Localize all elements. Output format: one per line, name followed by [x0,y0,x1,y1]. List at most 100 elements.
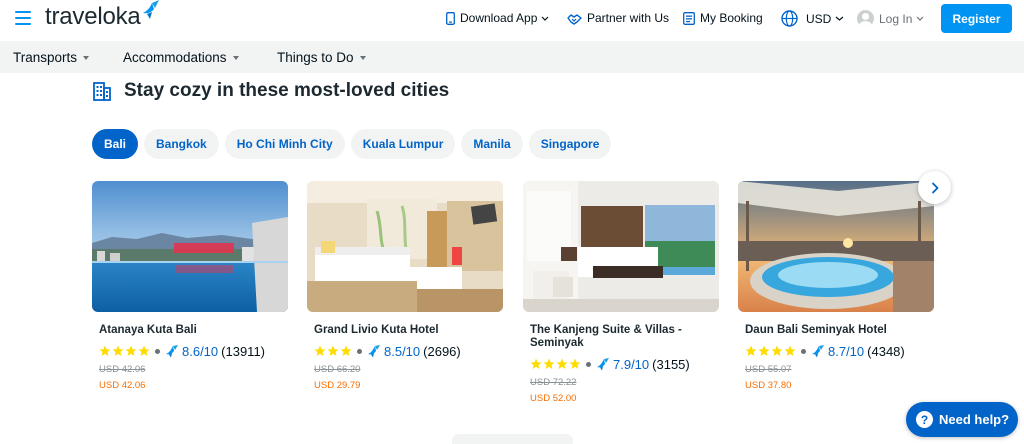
subnav-item-things-to-do[interactable]: Things to Do [277,41,366,73]
hotel-image [738,181,934,312]
review-count: (3155) [652,356,690,372]
hotel-name: Grand Livio Kuta Hotel [314,324,439,336]
discounted-price: USD 42.06 [99,380,146,391]
hotel-card[interactable]: Atanaya Kuta Bali 8.6/10 (13911) USD 42.… [92,181,288,392]
subnav-item-transports[interactable]: Transports [13,41,90,73]
discounted-price: USD 52.00 [530,393,577,404]
subnav-label: Transports [13,49,78,65]
separator-dot [801,348,806,354]
original-price: USD 55.07 [745,364,792,375]
city-tab-singapore[interactable]: Singapore [528,129,612,159]
review-count: (4348) [867,343,905,359]
chevron-down-icon [916,16,924,21]
hotel-name: Daun Bali Seminyak Hotel [745,324,887,336]
subnav-label: Accommodations [123,49,227,65]
star-icon [530,358,542,369]
city-tab-kuala-lumpur[interactable]: Kuala Lumpur [350,129,456,159]
download-app-label: Download App [460,11,538,25]
traveloka-bird-icon [368,344,380,357]
need-help-label: Need help? [939,412,1010,427]
phone-icon [446,11,455,25]
subnav-label: Things to Do [277,49,354,65]
bottom-button-edge[interactable] [452,434,573,444]
globe-icon [781,10,798,27]
star-icon [556,358,568,369]
hotel-image [307,181,503,312]
hotel-card[interactable]: Grand Livio Kuta Hotel 8.5/10 (2696) USD… [307,181,503,392]
separator-dot [357,348,362,354]
city-tabs: Bali Bangkok Ho Chi Minh City Kuala Lump… [92,129,617,159]
partner-link[interactable]: Partner with Us [567,11,669,25]
carousel-next-button[interactable] [918,171,951,204]
top-header: traveloka Download App Partner with Us M… [0,0,1024,41]
question-icon: ? [916,411,933,428]
hotel-name: Atanaya Kuta Bali [99,324,197,336]
star-icon [314,345,326,356]
traveloka-bird-icon [142,0,159,19]
rating-row: 7.9/10 (3155) [530,356,719,372]
star-icon [327,345,339,356]
subnav-item-accommodations[interactable]: Accommodations [123,41,239,73]
star-rating [530,358,582,370]
star-icon [543,358,555,369]
caret-down-icon [359,55,366,60]
avatar-icon [857,10,874,27]
booking-icon [683,11,695,25]
hamburger-icon[interactable] [15,11,31,25]
rating-row: 8.5/10 (2696) [314,343,503,359]
download-app-menu[interactable]: Download App [446,11,554,25]
star-icon [340,345,352,356]
caret-down-icon [83,55,90,60]
building-icon [93,81,111,101]
original-price: USD 72.22 [530,377,577,388]
traveloka-bird-icon [166,344,178,357]
need-help-button[interactable]: ? Need help? [906,402,1018,437]
star-icon [138,345,150,356]
star-icon [125,345,137,356]
traveloka-logo[interactable]: traveloka [45,0,160,32]
my-booking-link[interactable]: My Booking [683,11,763,25]
register-button[interactable]: Register [941,4,1012,33]
review-score: 7.9/10 [613,356,650,372]
section-heading: Stay cozy in these most-loved cities [93,79,449,103]
partner-icon [567,13,582,25]
review-count: (13911) [221,343,265,359]
traveloka-bird-icon [812,344,824,357]
currency-selector[interactable]: USD [781,10,849,27]
login-label: Log In [879,11,913,26]
review-score: 8.7/10 [828,343,865,359]
caret-down-icon [232,55,239,60]
original-price: USD 66.20 [314,364,361,375]
star-icon [569,358,581,369]
separator-dot [586,361,591,367]
original-price: USD 42.06 [99,364,146,375]
hotel-name: The Kanjeng Suite & Villas - Seminyak [530,324,682,349]
category-nav: Transports Accommodations Things to Do [0,41,1024,73]
city-tab-bangkok[interactable]: Bangkok [144,129,219,159]
star-icon [112,345,124,356]
currency-label: USD [806,11,832,26]
partner-label: Partner with Us [587,11,670,25]
chevron-down-icon [835,16,844,21]
star-rating [745,345,797,357]
city-tab-manila[interactable]: Manila [461,129,523,159]
star-icon [99,345,111,356]
city-tab-bali[interactable]: Bali [92,129,139,159]
hotel-card[interactable]: Daun Bali Seminyak Hotel 8.7/10 (4348) U… [738,181,934,392]
hotel-card[interactable]: The Kanjeng Suite & Villas - Seminyak 7.… [523,181,719,405]
chevron-right-icon [931,182,938,193]
section-title: Stay cozy in these most-loved cities [124,80,450,101]
hotel-image [523,181,719,312]
star-rating [99,345,151,357]
review-count: (2696) [423,343,461,359]
my-booking-label: My Booking [700,11,763,25]
logo-text: traveloka [45,3,141,30]
city-tab-ho-chi-minh-city[interactable]: Ho Chi Minh City [224,129,345,159]
rating-row: 8.6/10 (13911) [99,343,288,359]
star-icon [745,345,757,356]
login-menu[interactable]: Log In [857,10,929,27]
review-score: 8.5/10 [384,343,421,359]
hotel-image [92,181,288,312]
star-icon [784,345,796,356]
traveloka-bird-icon [597,357,609,370]
